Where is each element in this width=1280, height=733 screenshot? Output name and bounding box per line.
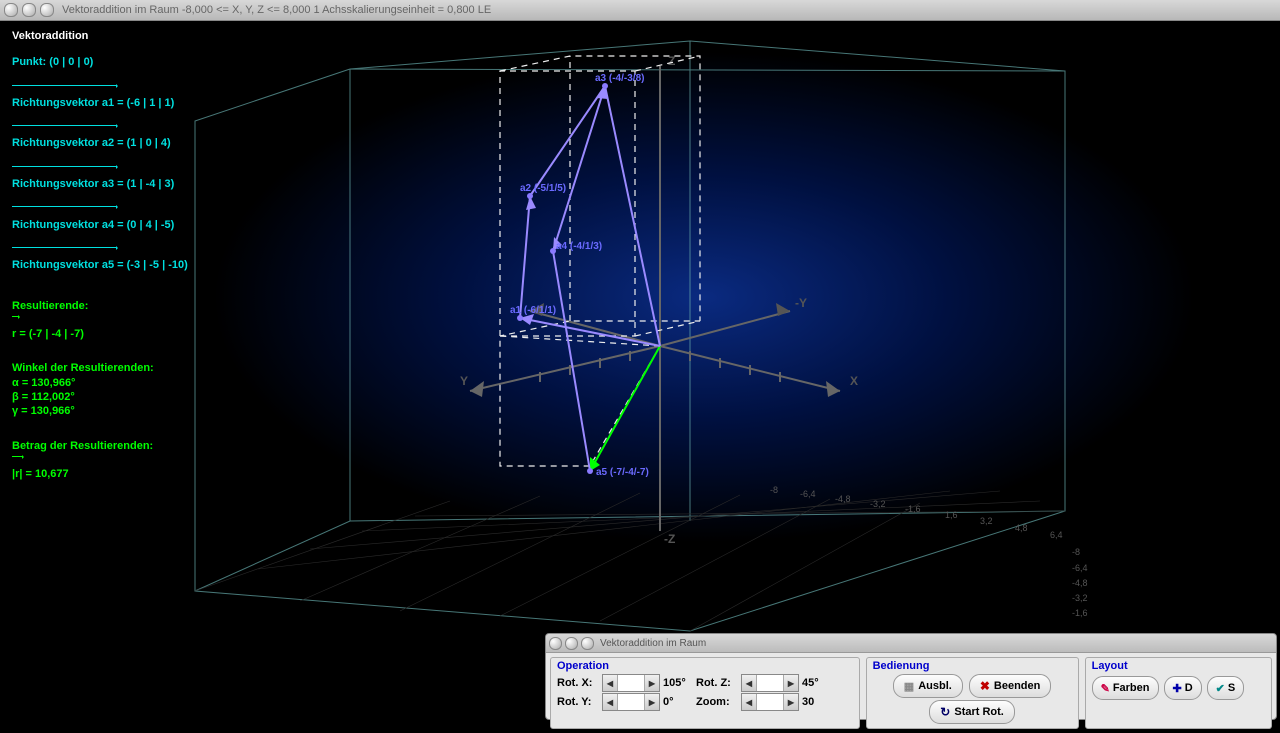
winkel-title: Winkel der Resultierenden: bbox=[12, 361, 322, 375]
table-icon: ▦ bbox=[904, 680, 914, 693]
roty-value: 0° bbox=[663, 696, 693, 708]
svg-text:a5 (-7/-4/-7): a5 (-7/-4/-7) bbox=[596, 467, 649, 478]
res-title: Resultierende: bbox=[12, 299, 322, 313]
panel-operation: Operation Rot. X: ◀▶ 105° Rot. Z: ◀▶ 45°… bbox=[550, 657, 860, 729]
arrow-left-icon[interactable]: ◀ bbox=[603, 694, 618, 710]
info-panel: Vektoraddition Punkt: (0 | 0 | 0) Richtu… bbox=[12, 29, 322, 482]
svg-text:-8: -8 bbox=[770, 485, 778, 495]
window-title: Vektoraddition im Raum -8,000 <= X, Y, Z… bbox=[62, 4, 491, 16]
rv3: Richtungsvektor a3 = (1 | -4 | 3) bbox=[12, 163, 322, 192]
svg-text:-6,4: -6,4 bbox=[800, 489, 816, 499]
arrow-left-icon[interactable]: ◀ bbox=[742, 675, 757, 691]
svg-text:-1,6: -1,6 bbox=[1072, 608, 1088, 618]
svg-text:-3,2: -3,2 bbox=[870, 499, 886, 509]
zoom-label: Zoom: bbox=[696, 696, 738, 708]
beenden-button[interactable]: ✖Beenden bbox=[969, 674, 1052, 698]
arrow-right-icon[interactable]: ▶ bbox=[644, 675, 659, 691]
betrag-title: Betrag der Resultierenden: bbox=[12, 439, 322, 453]
d-button[interactable]: ✚D bbox=[1164, 676, 1202, 700]
rotx-slider[interactable]: ◀▶ bbox=[602, 674, 660, 692]
rotz-label: Rot. Z: bbox=[696, 677, 738, 689]
roty-label: Rot. Y: bbox=[557, 696, 599, 708]
zoom-value: 30 bbox=[802, 696, 832, 708]
farben-button[interactable]: ✎Farben bbox=[1092, 676, 1159, 700]
arrow-left-icon[interactable]: ◀ bbox=[603, 675, 618, 691]
rotx-value: 105° bbox=[663, 677, 693, 689]
close-icon: ✖ bbox=[980, 679, 990, 693]
viewport-3d[interactable]: X Y -Y -Z Z bbox=[0, 21, 1280, 635]
titlebar-button-1[interactable] bbox=[4, 3, 18, 17]
toolbox-title: Vektoraddition im Raum bbox=[600, 638, 706, 649]
svg-text:-Y: -Y bbox=[795, 296, 807, 310]
toolbox-btn-1[interactable] bbox=[549, 637, 562, 650]
svg-text:-1,6: -1,6 bbox=[905, 504, 921, 514]
toolbox-btn-3[interactable] bbox=[581, 637, 594, 650]
alpha: α = 130,966° bbox=[12, 376, 322, 390]
beta: β = 112,002° bbox=[12, 390, 322, 404]
plus-icon: ✚ bbox=[1173, 682, 1182, 695]
paint-icon: ✎ bbox=[1101, 682, 1110, 695]
arrow-left-icon[interactable]: ◀ bbox=[742, 694, 757, 710]
toolbox-btn-2[interactable] bbox=[565, 637, 578, 650]
punkt-row: Punkt: (0 | 0 | 0) bbox=[12, 55, 322, 69]
panel-bedienung: Bedienung ▦Ausbl. ✖Beenden ↻Start Rot. bbox=[866, 657, 1079, 729]
toolbox-window: Vektoraddition im Raum Operation Rot. X:… bbox=[545, 633, 1277, 720]
svg-text:6,4: 6,4 bbox=[1050, 530, 1063, 540]
rotz-slider[interactable]: ◀▶ bbox=[741, 674, 799, 692]
svg-text:X: X bbox=[850, 374, 858, 388]
svg-text:1,6: 1,6 bbox=[945, 510, 958, 520]
svg-text:a3 (-4/-3/8): a3 (-4/-3/8) bbox=[595, 73, 644, 84]
svg-text:-4,8: -4,8 bbox=[835, 494, 851, 504]
res-val: r = (-7 | -4 | -7) bbox=[12, 313, 322, 342]
rotx-label: Rot. X: bbox=[557, 677, 599, 689]
rv5: Richtungsvektor a5 = (-3 | -5 | -10) bbox=[12, 244, 322, 273]
operation-heading: Operation bbox=[557, 660, 853, 672]
svg-text:-3,2: -3,2 bbox=[1072, 593, 1088, 603]
check-icon: ✔ bbox=[1216, 682, 1225, 695]
svg-text:-8: -8 bbox=[1072, 547, 1080, 557]
svg-text:a4 (-4/1/3): a4 (-4/1/3) bbox=[556, 241, 602, 252]
svg-text:-6,4: -6,4 bbox=[1072, 563, 1088, 573]
rv4: Richtungsvektor a4 = (0 | 4 | -5) bbox=[12, 203, 322, 232]
svg-text:3,2: 3,2 bbox=[980, 516, 993, 526]
panel-layout: Layout ✎Farben ✚D ✔S bbox=[1085, 657, 1272, 729]
roty-slider[interactable]: ◀▶ bbox=[602, 693, 660, 711]
svg-text:-Z: -Z bbox=[664, 532, 675, 546]
svg-text:-4,8: -4,8 bbox=[1072, 578, 1088, 588]
info-title: Vektoraddition bbox=[12, 29, 322, 43]
svg-text:Y: Y bbox=[460, 374, 468, 388]
bedienung-heading: Bedienung bbox=[873, 660, 1072, 672]
titlebar-button-2[interactable] bbox=[22, 3, 36, 17]
rv1: Richtungsvektor a1 = (-6 | 1 | 1) bbox=[12, 82, 322, 111]
svg-text:a2 (-5/1/5): a2 (-5/1/5) bbox=[520, 183, 566, 194]
rv2: Richtungsvektor a2 = (1 | 0 | 4) bbox=[12, 122, 322, 151]
arrow-right-icon[interactable]: ▶ bbox=[783, 675, 798, 691]
rotate-icon: ↻ bbox=[940, 705, 950, 719]
betrag-val: |r| = 10,677 bbox=[12, 453, 322, 482]
startrot-button[interactable]: ↻Start Rot. bbox=[929, 700, 1015, 724]
s-button[interactable]: ✔S bbox=[1207, 676, 1245, 700]
ausbl-button[interactable]: ▦Ausbl. bbox=[893, 674, 963, 698]
toolbox-titlebar: Vektoraddition im Raum bbox=[546, 634, 1276, 653]
window-titlebar: Vektoraddition im Raum -8,000 <= X, Y, Z… bbox=[0, 0, 1280, 21]
layout-heading: Layout bbox=[1092, 660, 1265, 672]
svg-text:a1 (-6/1/1): a1 (-6/1/1) bbox=[510, 305, 556, 316]
svg-text:4,8: 4,8 bbox=[1015, 523, 1028, 533]
rotz-value: 45° bbox=[802, 677, 832, 689]
arrow-right-icon[interactable]: ▶ bbox=[644, 694, 659, 710]
titlebar-button-3[interactable] bbox=[40, 3, 54, 17]
gamma: γ = 130,966° bbox=[12, 404, 322, 418]
zoom-slider[interactable]: ◀▶ bbox=[741, 693, 799, 711]
arrow-right-icon[interactable]: ▶ bbox=[783, 694, 798, 710]
